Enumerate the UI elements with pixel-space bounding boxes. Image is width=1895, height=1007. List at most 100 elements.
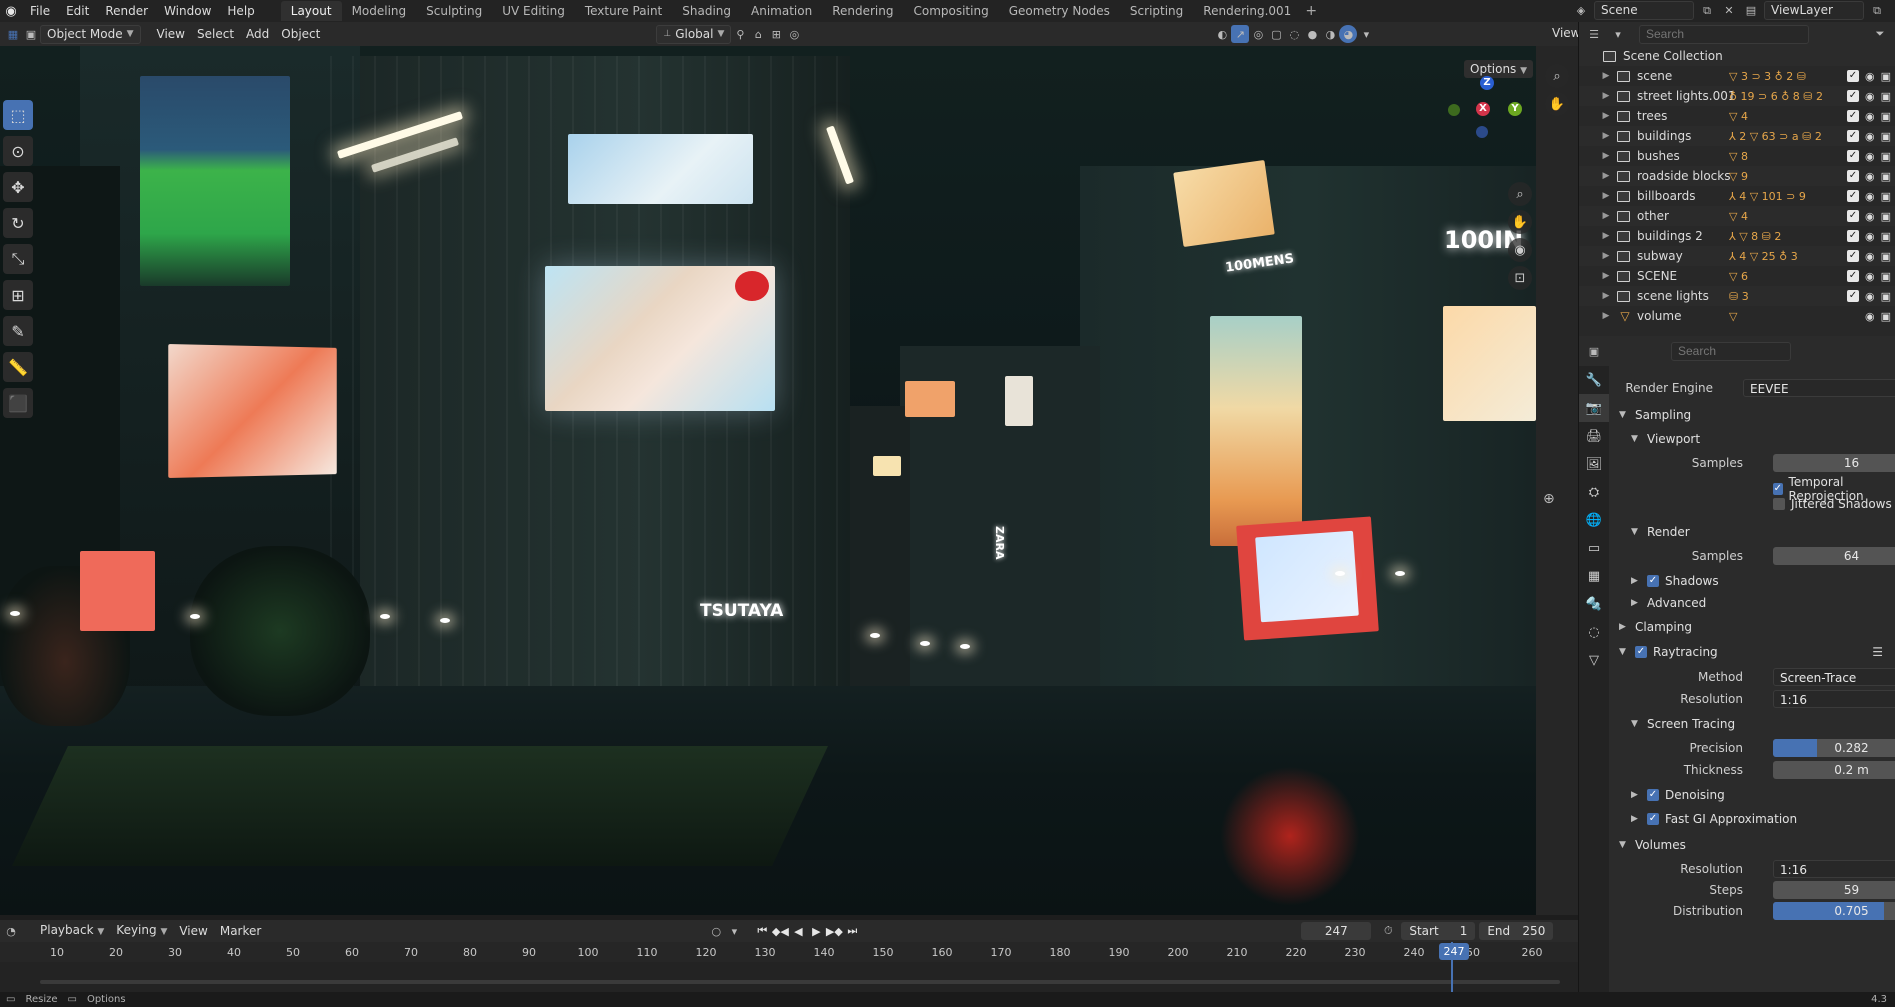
- eye-icon[interactable]: ◉: [1865, 110, 1875, 123]
- exclude-checkbox[interactable]: ✓: [1846, 130, 1859, 142]
- eye-icon[interactable]: ◉: [1865, 90, 1875, 103]
- menu-edit[interactable]: Edit: [58, 0, 97, 22]
- editor-type-icon[interactable]: ▣: [22, 25, 40, 43]
- exclude-checkbox[interactable]: ✓: [1846, 270, 1859, 282]
- outliner-row[interactable]: ▶ buildings ⅄ 2 ▽ 63 ⊃ a ⛁ 2 ✓ ◉ ▣: [1579, 126, 1895, 146]
- snap-target-icon[interactable]: ⊞: [767, 25, 785, 43]
- scene-icon[interactable]: ◈: [1572, 2, 1590, 20]
- fast-gi-subpanel-header[interactable]: ▶ ✓ Fast GI Approximation: [1609, 808, 1895, 830]
- outliner-row[interactable]: ▶ subway ⅄ 4 ▽ 25 ♁ 3 ✓ ◉ ▣: [1579, 246, 1895, 266]
- raytracing-panel-header[interactable]: ▼ ✓ Raytracing ☰: [1609, 641, 1895, 663]
- expand-arrow-icon[interactable]: ▶: [1599, 311, 1613, 321]
- workspace-tab-texture-paint[interactable]: Texture Paint: [575, 1, 672, 21]
- workspace-tab-animation[interactable]: Animation: [741, 1, 822, 21]
- transform-tool-icon[interactable]: ⊞: [3, 280, 33, 310]
- mode-dropdown[interactable]: Object Mode ▼: [40, 24, 141, 44]
- view-layer-tab-icon[interactable]: 🖼: [1579, 450, 1609, 478]
- camera-icon[interactable]: ▣: [1881, 250, 1891, 263]
- blender-logo-icon[interactable]: ◉: [0, 0, 22, 22]
- world-tab-icon[interactable]: 🌐: [1579, 506, 1609, 534]
- scene-collection-row[interactable]: Scene Collection: [1579, 46, 1895, 66]
- render-subpanel-header[interactable]: ▼ Render: [1609, 521, 1895, 543]
- timeline-editor-type-icon[interactable]: ◔: [2, 922, 20, 940]
- jittered-shadows-checkbox[interactable]: Jittered Shadows: [1773, 497, 1892, 511]
- camera-icon[interactable]: ▣: [1881, 270, 1891, 283]
- zoom-region-icon[interactable]: ⌕: [1545, 64, 1569, 88]
- check-icon[interactable]: ✓: [1647, 813, 1659, 825]
- navigation-gizmo[interactable]: Z X Y: [1446, 76, 1526, 156]
- eye-icon[interactable]: ◉: [1865, 170, 1875, 183]
- jump-start-icon[interactable]: ⏮: [753, 924, 771, 938]
- wireframe-shading-icon[interactable]: ◌: [1285, 25, 1303, 43]
- exclude-checkbox[interactable]: ✓: [1846, 110, 1859, 122]
- camera-icon[interactable]: ▣: [1881, 130, 1891, 143]
- eye-icon[interactable]: ◉: [1865, 290, 1875, 303]
- eye-icon[interactable]: ◉: [1865, 270, 1875, 283]
- render-samples-field[interactable]: 64: [1773, 547, 1895, 565]
- outliner-row[interactable]: ▶ ▽ volume ▽ ◉ ▣: [1579, 306, 1895, 326]
- playback-menu[interactable]: Playback ▼: [34, 919, 110, 943]
- exclude-checkbox[interactable]: ✓: [1846, 230, 1859, 242]
- outliner-filter-icon[interactable]: ⏷: [1871, 25, 1889, 43]
- outliner-row[interactable]: ▶ roadside blocks ▽ 9 ✓ ◉ ▣: [1579, 166, 1895, 186]
- shadows-subpanel-header[interactable]: ▶ ✓ Shadows: [1609, 570, 1895, 592]
- eye-icon[interactable]: ◉: [1865, 150, 1875, 163]
- camera-icon[interactable]: ▣: [1881, 110, 1891, 123]
- workspace-tab-sculpting[interactable]: Sculpting: [416, 1, 492, 21]
- expand-arrow-icon[interactable]: ▶: [1599, 291, 1613, 301]
- add-menu[interactable]: Add: [240, 23, 275, 45]
- outliner-filter-type-icon[interactable]: ▾: [1609, 25, 1627, 43]
- scene-name-field[interactable]: Scene: [1594, 1, 1694, 20]
- outliner-row[interactable]: ▶ trees ▽ 4 ✓ ◉ ▣: [1579, 106, 1895, 126]
- proportional-edit-icon[interactable]: ◎: [785, 25, 803, 43]
- timeline-ruler[interactable]: 10 20 30 40 50 60 70 80 90 100 110 120 130 140 150 160 1…: [0, 942, 1578, 962]
- workspace-tab-uv-editing[interactable]: UV Editing: [492, 1, 575, 21]
- steps-field[interactable]: 59: [1773, 881, 1895, 899]
- properties-editor-type-icon[interactable]: ▣: [1585, 342, 1603, 360]
- workspace-tab-geometry-nodes[interactable]: Geometry Nodes: [999, 1, 1120, 21]
- delete-scene-icon[interactable]: ✕: [1720, 2, 1738, 20]
- precision-slider[interactable]: 0.282: [1773, 739, 1895, 757]
- measure-tool-icon[interactable]: 📏: [3, 352, 33, 382]
- screen-tracing-subpanel-header[interactable]: ▼ Screen Tracing: [1609, 713, 1895, 735]
- camera-icon[interactable]: ▣: [1881, 70, 1891, 83]
- gizmo-toggle-icon[interactable]: ↗: [1231, 25, 1250, 43]
- workspace-tab-compositing[interactable]: Compositing: [903, 1, 998, 21]
- marker-menu[interactable]: Marker: [214, 920, 267, 942]
- outliner-row[interactable]: ▶ bushes ▽ 8 ✓ ◉ ▣: [1579, 146, 1895, 166]
- volumes-panel-header[interactable]: ▼ Volumes: [1609, 834, 1895, 856]
- clamping-panel-header[interactable]: ▶ Clamping: [1609, 616, 1895, 638]
- expand-arrow-icon[interactable]: ▶: [1599, 131, 1613, 141]
- start-frame-field[interactable]: Start 1: [1401, 922, 1476, 940]
- expand-arrow-icon[interactable]: ▶: [1599, 251, 1613, 261]
- outliner-row[interactable]: ▶ other ▽ 4 ✓ ◉ ▣: [1579, 206, 1895, 226]
- gizmo-neg-y[interactable]: [1448, 104, 1460, 116]
- zoom-icon[interactable]: ⌕: [1508, 182, 1532, 206]
- gizmo-neg-z[interactable]: [1476, 126, 1488, 138]
- scale-tool-icon[interactable]: ⤡: [3, 244, 33, 274]
- prev-keyframe-icon[interactable]: ◆◀: [771, 925, 789, 938]
- add-workspace-icon[interactable]: +: [1301, 3, 1321, 19]
- output-tab-icon[interactable]: 🖨: [1579, 422, 1609, 450]
- eye-icon[interactable]: ◉: [1865, 230, 1875, 243]
- expand-arrow-icon[interactable]: ▶: [1599, 271, 1613, 281]
- new-scene-icon[interactable]: ⧉: [1698, 2, 1716, 20]
- thickness-field[interactable]: 0.2 m: [1773, 761, 1895, 779]
- collection-tab-icon[interactable]: ▭: [1579, 534, 1609, 562]
- workspace-tab-scripting[interactable]: Scripting: [1120, 1, 1193, 21]
- physics-tab-icon[interactable]: ◌: [1579, 618, 1609, 646]
- menu-file[interactable]: File: [22, 0, 58, 22]
- lock-camera-icon[interactable]: ⊡: [1508, 266, 1532, 290]
- camera-icon[interactable]: ▣: [1881, 230, 1891, 243]
- outliner-search-input[interactable]: [1639, 24, 1809, 44]
- exclude-checkbox[interactable]: ✓: [1846, 70, 1859, 82]
- hand-icon[interactable]: ✋: [1545, 92, 1569, 116]
- cursor-tool-icon[interactable]: ⊙: [3, 136, 33, 166]
- next-keyframe-icon[interactable]: ▶◆: [825, 925, 843, 938]
- camera-view-icon[interactable]: ◉: [1508, 238, 1532, 262]
- camera-icon[interactable]: ▣: [1881, 150, 1891, 163]
- tool-tab-icon[interactable]: 🔧: [1579, 366, 1609, 394]
- gizmo-y-axis[interactable]: Y: [1508, 102, 1522, 116]
- shading-options-icon[interactable]: ▾: [1357, 25, 1375, 43]
- eye-icon[interactable]: ◉: [1865, 250, 1875, 263]
